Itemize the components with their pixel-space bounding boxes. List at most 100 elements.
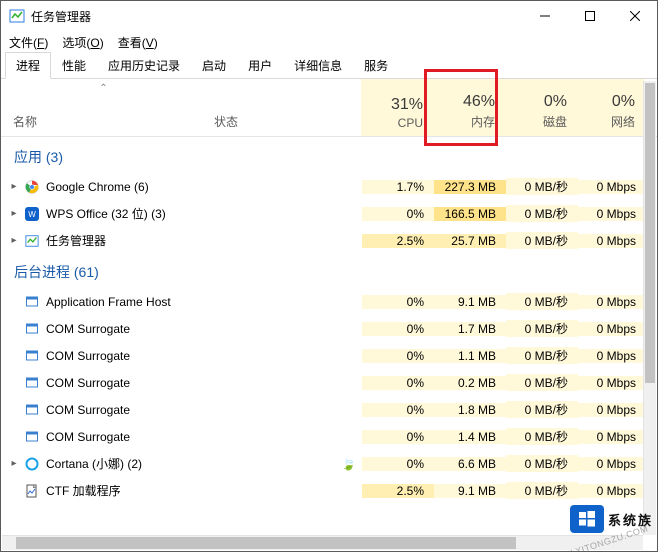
table-row[interactable]: ▸ Cortana (小娜) (2) 🍃 0% 6.6 MB 0 MB/秒 0 … <box>2 450 643 477</box>
cell-net: 0 Mbps <box>578 234 643 248</box>
cell-disk: 0 MB/秒 <box>506 232 578 249</box>
cell-mem: 0.2 MB <box>434 376 506 390</box>
cell-cpu: 2.5% <box>362 234 434 248</box>
app-generic-icon <box>24 294 40 310</box>
close-button[interactable] <box>612 1 657 31</box>
table-row[interactable]: COM Surrogate 0% 0.2 MB 0 MB/秒 0 Mbps <box>2 369 643 396</box>
header-name[interactable]: ⌃ 名称 <box>1 79 206 136</box>
process-name: Cortana (小娜) (2) <box>46 455 142 472</box>
cell-mem: 1.4 MB <box>434 430 506 444</box>
cell-disk: 0 MB/秒 <box>506 401 578 418</box>
cell-disk: 0 MB/秒 <box>506 482 578 499</box>
table-row[interactable]: ▸ 任务管理器 2.5% 25.7 MB 0 MB/秒 0 Mbps <box>2 227 643 254</box>
process-list: 应用 (3) ▸ Google Chrome (6) 1.7% 227.3 MB… <box>2 139 643 535</box>
horizontal-scrollbar[interactable] <box>2 535 643 550</box>
process-name: Google Chrome (6) <box>46 180 149 194</box>
cell-net: 0 Mbps <box>578 322 643 336</box>
cell-disk: 0 MB/秒 <box>506 374 578 391</box>
svg-text:W: W <box>28 210 36 219</box>
process-name: COM Surrogate <box>46 376 130 390</box>
watermark: 系统族 <box>570 505 653 533</box>
leaf-icon: 🍃 <box>341 457 356 471</box>
cell-mem: 6.6 MB <box>434 457 506 471</box>
table-row[interactable]: COM Surrogate 0% 1.8 MB 0 MB/秒 0 Mbps <box>2 396 643 423</box>
table-row[interactable]: COM Surrogate 0% 1.7 MB 0 MB/秒 0 Mbps <box>2 315 643 342</box>
menu-file[interactable]: 文件(F) <box>9 34 48 51</box>
vertical-scroll-thumb[interactable] <box>645 83 655 383</box>
cell-disk: 0 MB/秒 <box>506 455 578 472</box>
chrome-icon <box>24 179 40 195</box>
group-apps: 应用 (3) <box>2 139 643 173</box>
header-cpu-pct: 31% <box>391 96 423 114</box>
header-disk-pct: 0% <box>544 93 567 111</box>
cell-net: 0 Mbps <box>578 457 643 471</box>
header-net-pct: 0% <box>612 93 635 111</box>
cell-cpu: 0% <box>362 457 434 471</box>
tab-services[interactable]: 服务 <box>353 52 399 78</box>
cell-mem: 9.1 MB <box>434 295 506 309</box>
menu-options[interactable]: 选项(O) <box>62 34 103 51</box>
table-row[interactable]: ▸ W WPS Office (32 位) (3) 0% 166.5 MB 0 … <box>2 200 643 227</box>
maximize-button[interactable] <box>567 1 612 31</box>
header-net-label: 网络 <box>611 113 635 130</box>
cell-mem: 1.1 MB <box>434 349 506 363</box>
watermark-text: 系统族 <box>608 510 653 529</box>
process-name: COM Surrogate <box>46 349 130 363</box>
cell-cpu: 1.7% <box>362 180 434 194</box>
cell-net: 0 Mbps <box>578 484 643 498</box>
minimize-button[interactable] <box>522 1 567 31</box>
header-status[interactable]: 状态 <box>206 79 361 136</box>
cell-disk: 0 MB/秒 <box>506 347 578 364</box>
menu-bar: 文件(F) 选项(O) 查看(V) <box>1 31 657 53</box>
cell-net: 0 Mbps <box>578 295 643 309</box>
tab-details[interactable]: 详细信息 <box>283 52 353 78</box>
header-mem-label: 内存 <box>471 113 495 130</box>
table-row[interactable]: COM Surrogate 0% 1.1 MB 0 MB/秒 0 Mbps <box>2 342 643 369</box>
cell-net: 0 Mbps <box>578 180 643 194</box>
tab-processes[interactable]: 进程 <box>5 52 51 79</box>
header-mem-pct: 46% <box>463 93 495 111</box>
header-disk[interactable]: 0% 磁盘 <box>505 79 577 136</box>
header-status-label: 状态 <box>214 113 238 130</box>
cell-mem: 1.7 MB <box>434 322 506 336</box>
title-left: 任务管理器 <box>9 8 91 25</box>
app-icon <box>9 8 25 24</box>
expand-icon[interactable]: ▸ <box>8 181 20 192</box>
header-cpu[interactable]: 31% CPU <box>361 79 433 136</box>
tab-app-history[interactable]: 应用历史记录 <box>97 52 191 78</box>
table-row[interactable]: Application Frame Host 0% 9.1 MB 0 MB/秒 … <box>2 288 643 315</box>
vertical-scrollbar[interactable] <box>643 81 656 535</box>
header-name-label: 名称 <box>13 113 37 130</box>
table-row[interactable]: ▸ Google Chrome (6) 1.7% 227.3 MB 0 MB/秒… <box>2 173 643 200</box>
cell-mem: 1.8 MB <box>434 403 506 417</box>
window-controls <box>522 1 657 31</box>
expand-icon[interactable]: ▸ <box>8 235 20 246</box>
cell-disk: 0 MB/秒 <box>506 320 578 337</box>
expand-icon[interactable]: ▸ <box>8 458 20 469</box>
cell-cpu: 0% <box>362 376 434 390</box>
ctf-icon <box>24 483 40 499</box>
cell-mem: 9.1 MB <box>434 484 506 498</box>
tab-performance[interactable]: 性能 <box>51 52 97 78</box>
cell-mem: 166.5 MB <box>434 207 506 221</box>
cell-net: 0 Mbps <box>578 430 643 444</box>
cell-net: 0 Mbps <box>578 403 643 417</box>
app-generic-icon <box>24 321 40 337</box>
tab-users[interactable]: 用户 <box>237 52 283 78</box>
tab-startup[interactable]: 启动 <box>191 52 237 78</box>
table-row[interactable]: COM Surrogate 0% 1.4 MB 0 MB/秒 0 Mbps <box>2 423 643 450</box>
cell-net: 0 Mbps <box>578 349 643 363</box>
header-disk-label: 磁盘 <box>543 113 567 130</box>
cell-cpu: 0% <box>362 322 434 336</box>
app-generic-icon <box>24 348 40 364</box>
header-network[interactable]: 0% 网络 <box>577 79 645 136</box>
process-name: COM Surrogate <box>46 430 130 444</box>
cell-disk: 0 MB/秒 <box>506 178 578 195</box>
expand-icon[interactable]: ▸ <box>8 208 20 219</box>
header-memory[interactable]: 46% 内存 <box>433 79 505 136</box>
menu-view[interactable]: 查看(V) <box>118 34 158 51</box>
task-manager-window: 任务管理器 文件(F) 选项(O) 查看(V) 进程 性能 应用历史记录 启动 … <box>0 0 658 552</box>
horizontal-scroll-thumb[interactable] <box>16 537 516 549</box>
column-headers: ⌃ 名称 状态 31% CPU 46% 内存 0% 磁盘 0% 网络 <box>1 79 657 137</box>
table-row[interactable]: CTF 加载程序 2.5% 9.1 MB 0 MB/秒 0 Mbps <box>2 477 643 504</box>
